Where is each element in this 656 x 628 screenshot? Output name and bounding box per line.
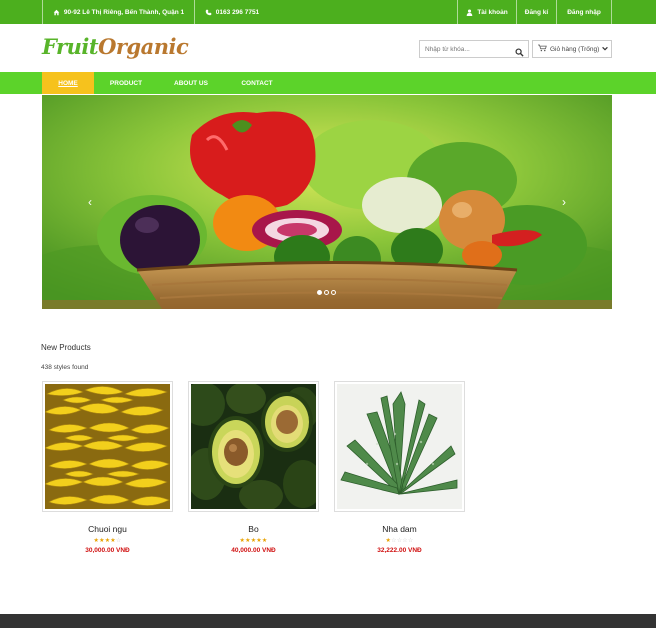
star-empty-icon: ☆☆☆☆ bbox=[391, 538, 414, 544]
star-empty-icon: ☆ bbox=[115, 538, 122, 544]
product-card[interactable]: Nha dam ★☆☆☆☆ 32,222.00 VNĐ bbox=[334, 381, 465, 554]
product-price: 30,000.00 VNĐ bbox=[85, 547, 130, 554]
product-count: 438 styles found bbox=[41, 364, 89, 371]
register-link[interactable]: Đăng kí bbox=[516, 0, 556, 24]
site-logo[interactable]: FruitOrganic bbox=[42, 34, 189, 59]
address-text: 90-92 Lê Thị Riêng, Bến Thành, Quận 1 bbox=[63, 8, 185, 16]
top-bar: 90-92 Lê Thị Riêng, Bến Thành, Quận 1 01… bbox=[0, 0, 656, 24]
search-input[interactable] bbox=[420, 41, 514, 57]
nav-contact[interactable]: CONTACT bbox=[228, 72, 286, 94]
star-icon: ★★★★ bbox=[93, 538, 116, 544]
account-link[interactable]: Tài khoản bbox=[457, 0, 516, 24]
search-box bbox=[419, 40, 529, 58]
product-image[interactable] bbox=[334, 381, 465, 512]
product-card[interactable]: Chuoi ngu ★★★★☆ 30,000.00 VNĐ bbox=[42, 381, 173, 554]
main-nav: HOME PRODUCT ABOUT US CONTACT bbox=[0, 72, 656, 94]
slider-dot[interactable] bbox=[331, 290, 336, 295]
product-name[interactable]: Bo bbox=[188, 524, 319, 534]
banana-image bbox=[45, 384, 170, 509]
product-name[interactable]: Chuoi ngu bbox=[42, 524, 173, 534]
product-image[interactable] bbox=[42, 381, 173, 512]
cart-button[interactable]: Giỏ hàng (Trống) bbox=[532, 40, 612, 58]
vegetable-basket-image bbox=[42, 95, 612, 309]
chevron-right-icon[interactable]: › bbox=[558, 195, 570, 209]
nav-about-us[interactable]: ABOUT US bbox=[162, 72, 220, 94]
product-image[interactable] bbox=[188, 381, 319, 512]
register-label: Đăng kí bbox=[524, 8, 549, 16]
nav-product[interactable]: PRODUCT bbox=[98, 72, 154, 94]
chevron-left-icon[interactable]: ‹ bbox=[84, 195, 96, 209]
slider-dots bbox=[317, 290, 336, 295]
slider-dot[interactable] bbox=[317, 290, 322, 295]
phone-text: 0163 296 7751 bbox=[215, 8, 260, 16]
login-link[interactable]: Đăng nhập bbox=[556, 0, 612, 24]
product-card[interactable]: Bo ★★★★★ 40,000.00 VNĐ bbox=[188, 381, 319, 554]
nav-home[interactable]: HOME bbox=[42, 72, 94, 94]
phone-icon bbox=[205, 9, 212, 16]
star-rating: ★☆☆☆☆ bbox=[334, 537, 465, 544]
chevron-down-icon bbox=[602, 46, 609, 53]
cart-label: Giỏ hàng (Trống) bbox=[550, 45, 600, 53]
star-rating: ★★★★★ bbox=[188, 537, 319, 544]
product-price: 32,222.00 VNĐ bbox=[377, 547, 422, 554]
logo-organic: Organic bbox=[98, 34, 189, 59]
hero-slider[interactable]: ‹ › bbox=[42, 95, 612, 309]
product-price: 40,000.00 VNĐ bbox=[231, 547, 276, 554]
avocado-image bbox=[191, 384, 316, 509]
home-icon bbox=[53, 9, 60, 16]
logo-fruit: Fruit bbox=[42, 34, 99, 59]
product-name[interactable]: Nha dam bbox=[334, 524, 465, 534]
address-info: 90-92 Lê Thị Riêng, Bến Thành, Quận 1 bbox=[42, 0, 194, 24]
footer bbox=[0, 614, 656, 628]
search-icon[interactable] bbox=[515, 44, 525, 57]
star-rating: ★★★★☆ bbox=[42, 537, 173, 544]
user-icon bbox=[466, 9, 473, 16]
account-label: Tài khoản bbox=[477, 8, 508, 16]
aloe-vera-image bbox=[337, 384, 462, 509]
header: FruitOrganic Giỏ hàng (Trống) bbox=[0, 24, 656, 72]
slider-dot[interactable] bbox=[324, 290, 329, 295]
cart-icon bbox=[538, 44, 547, 54]
star-icon: ★★★★★ bbox=[239, 538, 268, 544]
login-label: Đăng nhập bbox=[567, 8, 601, 16]
section-title: New Products bbox=[41, 343, 91, 352]
phone-info: 0163 296 7751 bbox=[194, 0, 269, 24]
